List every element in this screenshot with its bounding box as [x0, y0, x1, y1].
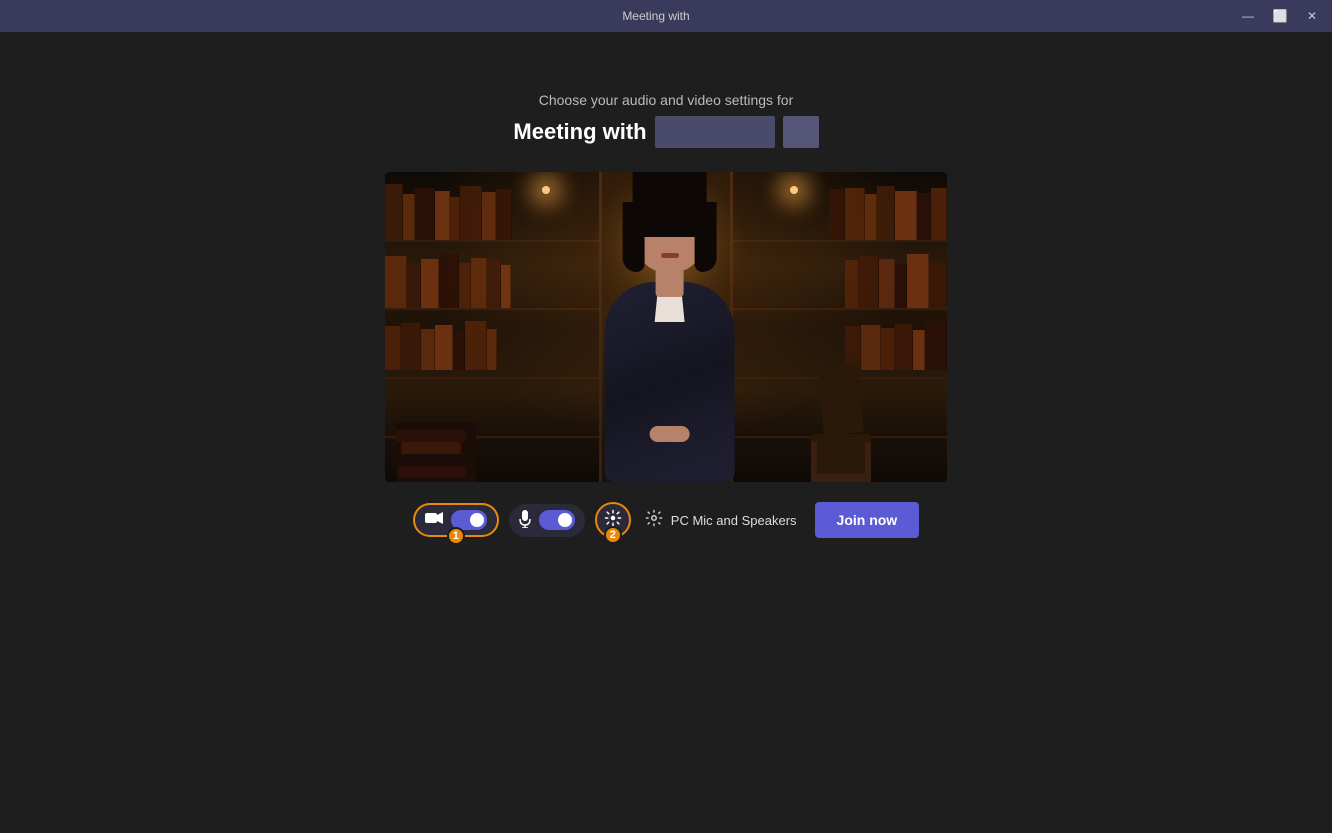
effects-badge: 2 [604, 526, 622, 544]
gear-icon[interactable] [645, 509, 663, 532]
person-hair-right [695, 202, 717, 272]
video-badge: 1 [447, 527, 465, 545]
settings-subtitle: Choose your audio and video settings for [539, 92, 794, 108]
join-now-button[interactable]: Join now [815, 502, 920, 538]
controls-bar: 1 [413, 502, 919, 538]
meeting-title-label: Meeting with [513, 119, 646, 145]
person-hands [650, 426, 690, 442]
mic-control-group [509, 504, 585, 537]
chair [791, 362, 891, 482]
person [580, 202, 760, 482]
audio-label: PC Mic and Speakers [671, 513, 797, 528]
mic-toggle[interactable] [539, 510, 575, 530]
person-hair-left [623, 202, 645, 272]
mic-icon [519, 510, 531, 531]
camera-control-group: 1 [413, 503, 499, 537]
titlebar-controls: — ⬜ ✕ [1240, 10, 1320, 22]
close-button[interactable]: ✕ [1304, 10, 1320, 22]
camera-icon [425, 511, 443, 530]
titlebar-title: Meeting with [72, 9, 1240, 23]
video-preview [385, 172, 947, 482]
meeting-name-extra [783, 116, 819, 148]
floor-books-left [396, 422, 476, 482]
audio-section: PC Mic and Speakers [645, 509, 797, 532]
meeting-title-row: Meeting with [513, 116, 818, 148]
minimize-button[interactable]: — [1240, 10, 1256, 22]
effects-button[interactable]: 2 [595, 502, 631, 538]
titlebar: Meeting with — ⬜ ✕ [0, 0, 1332, 32]
video-background [385, 172, 947, 482]
meeting-name-redacted [655, 116, 775, 148]
main-content: Choose your audio and video settings for… [0, 32, 1332, 833]
restore-button[interactable]: ⬜ [1272, 10, 1288, 22]
